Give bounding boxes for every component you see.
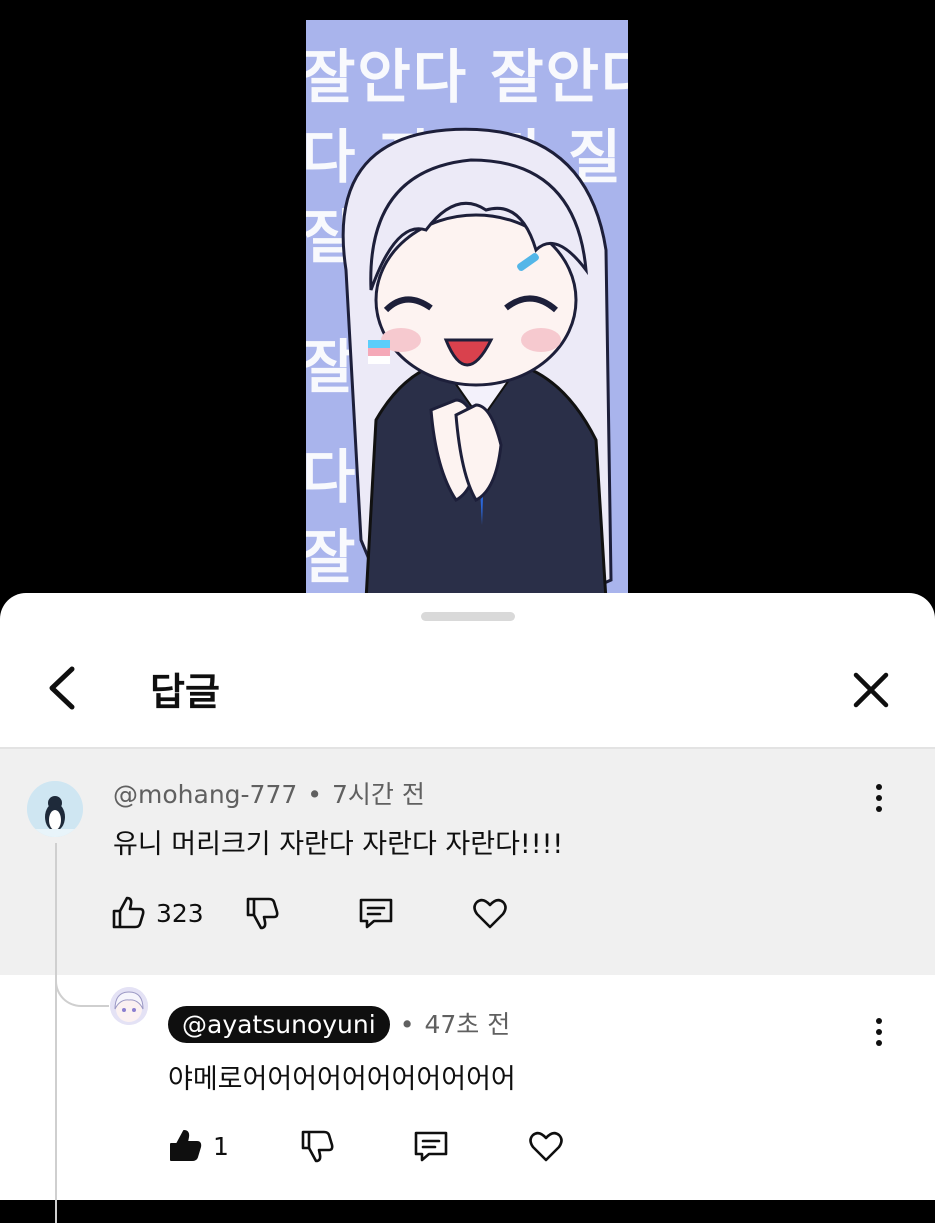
more-dot <box>876 784 882 790</box>
reply-meta: @ayatsunoyuni • 47초 전 <box>168 1005 510 1043</box>
comment-author[interactable]: @mohang-777 <box>113 780 297 809</box>
reply-heart-button[interactable] <box>526 1121 566 1171</box>
reply-text: 야메로어어어어어어어어어어어 <box>168 1064 516 1095</box>
thumbs-up-icon <box>112 896 145 929</box>
reply-dislike-button[interactable] <box>297 1121 337 1171</box>
character-illustration <box>341 127 613 600</box>
heart-button[interactable] <box>470 888 510 938</box>
reply-like-button[interactable]: 1 <box>165 1121 229 1171</box>
avatar[interactable] <box>27 781 83 837</box>
comment-icon <box>414 1131 448 1162</box>
like-button[interactable]: 323 <box>108 888 204 938</box>
thread-line <box>55 843 57 1223</box>
reply-reply-button[interactable] <box>411 1121 451 1171</box>
reply-button[interactable] <box>356 888 396 938</box>
heart-icon <box>529 1131 563 1162</box>
comment-time: 7시간 전 <box>332 780 425 809</box>
penguin-icon <box>27 781 83 837</box>
back-button[interactable] <box>40 663 90 713</box>
chevron-left-icon <box>49 666 75 710</box>
anime-avatar-icon <box>110 987 148 1025</box>
sheet-title: 답글 <box>150 670 220 714</box>
more-dot <box>876 795 882 801</box>
close-button[interactable] <box>846 665 896 715</box>
reply-time: 47초 전 <box>424 1010 511 1039</box>
thread-connector <box>55 963 109 1007</box>
thumbs-up-filled-icon <box>170 1130 202 1161</box>
more-dot <box>876 1040 882 1046</box>
video-frame[interactable]: 잘안다 잘안다 다 자한다 질 질 잘 다 잘 <box>306 20 628 600</box>
reply-avatar[interactable] <box>110 987 148 1025</box>
drag-handle[interactable] <box>421 612 515 621</box>
thumbs-down-icon <box>246 897 279 930</box>
comment-text: 유니 머리크기 자란다 자란다 자란다!!!! <box>113 829 564 860</box>
like-count: 323 <box>156 898 204 928</box>
reply-more-options-button[interactable] <box>864 1007 894 1057</box>
replies-sheet: 답글 @mohang-777 • 7시간 전 유니 머리크기 자란다 자란다 자란다… <box>0 593 935 1223</box>
sheet-header: 답글 <box>0 641 935 749</box>
more-dot <box>876 806 882 812</box>
video-player[interactable]: 잘안다 잘안다 다 자한다 질 질 잘 다 잘 <box>0 0 935 600</box>
close-icon <box>853 672 889 708</box>
more-dot <box>876 1018 882 1024</box>
parent-comment: @mohang-777 • 7시간 전 유니 머리크기 자란다 자란다 자란다!!!… <box>0 749 935 975</box>
thumbs-down-icon <box>301 1130 334 1163</box>
meta-separator: • <box>307 780 323 809</box>
reply-like-count: 1 <box>213 1131 229 1161</box>
comment-icon <box>359 898 393 929</box>
reply-author-badge[interactable]: @ayatsunoyuni <box>168 1006 390 1043</box>
more-dot <box>876 1029 882 1035</box>
comment-meta: @mohang-777 • 7시간 전 <box>113 775 425 811</box>
heart-icon <box>473 898 507 929</box>
meta-separator: • <box>399 1010 415 1039</box>
dislike-button[interactable] <box>242 888 282 938</box>
more-options-button[interactable] <box>864 773 894 823</box>
